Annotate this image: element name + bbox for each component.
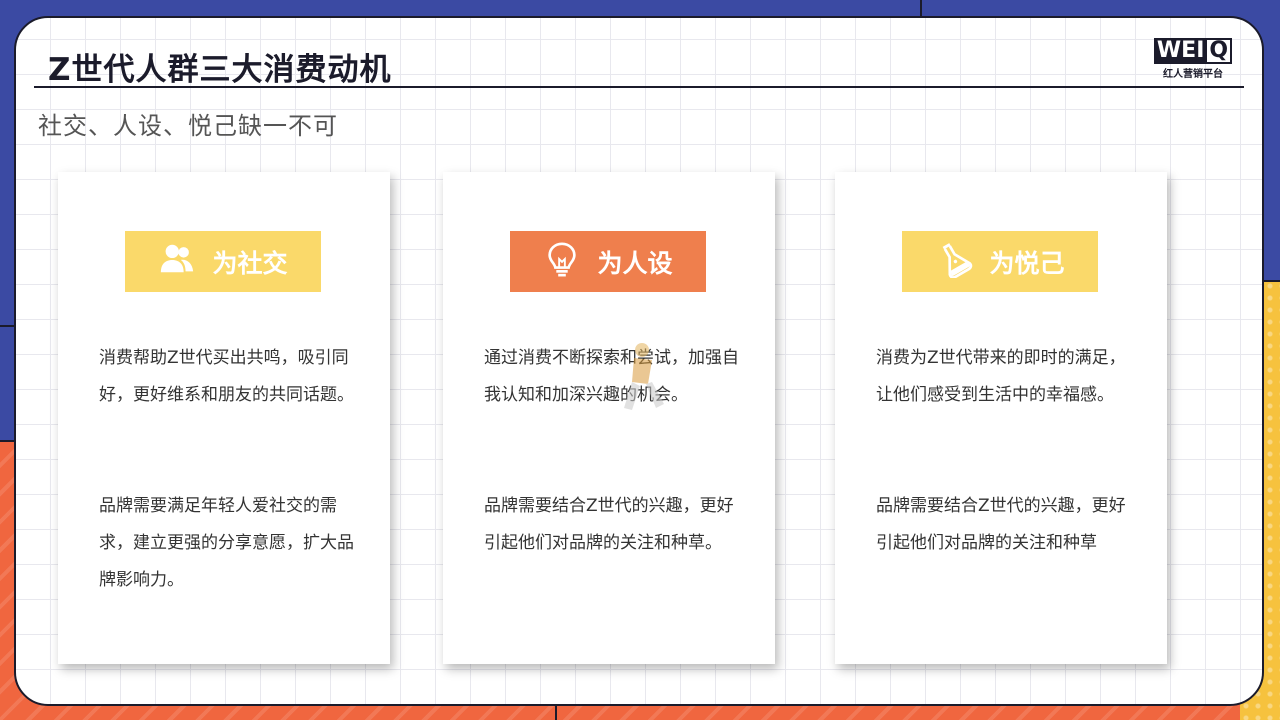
card-text-secondary: 品牌需要结合Z世代的兴趣，更好引起他们对品牌的关注和种草。: [484, 496, 734, 553]
page-subtitle: 社交、人设、悦己缺一不可: [38, 112, 338, 140]
background-divider: [555, 704, 557, 720]
card-social: 为社交 消费帮助Z世代买出共鸣，吸引同好，更好维系和朋友的共同话题。 品牌需要满…: [58, 172, 390, 664]
page-title: Z世代人群三大消费动机: [48, 52, 392, 88]
card-text-secondary: 品牌需要结合Z世代的兴趣，更好引起他们对品牌的关注和种草: [876, 496, 1126, 553]
card-text-primary: 消费帮助Z世代买出共鸣，吸引同好，更好维系和朋友的共同话题。: [99, 348, 354, 405]
logo-mark: WEI Q: [1153, 38, 1233, 64]
watermark-figure: [612, 338, 672, 418]
weiq-logo: WEI Q 红人营销平台: [1153, 38, 1233, 80]
lightbulb-icon: [543, 240, 581, 284]
background-divider: [1264, 280, 1280, 282]
badge-social: 为社交: [125, 231, 321, 292]
card-text-primary: 消费为Z世代带来的即时的满足，让他们感受到生活中的幸福感。: [876, 348, 1126, 405]
badge-label: 为社交: [212, 248, 288, 278]
badge-persona: 为人设: [510, 231, 706, 292]
badge-self-pleasure: 为悦己: [902, 231, 1098, 292]
card-persona: 为人设 通过消费不断探索和尝试，加强自我认知和加深兴趣的机会。 品牌需要结合Z世…: [443, 172, 775, 664]
flask-icon: [935, 240, 973, 284]
card-text-secondary: 品牌需要满足年轻人爱社交的需求，建立更强的分享意愿，扩大品牌影响力。: [99, 496, 354, 590]
title-underline: [34, 86, 1244, 88]
card-self-pleasure: 为悦己 消费为Z世代带来的即时的满足，让他们感受到生活中的幸福感。 品牌需要结合…: [835, 172, 1167, 664]
logo-subtitle: 红人营销平台: [1163, 69, 1223, 80]
badge-label: 为悦己: [989, 248, 1065, 278]
people-icon: [158, 240, 196, 284]
logo-mark-q: Q: [1207, 38, 1233, 64]
slide-frame: Z世代人群三大消费动机 社交、人设、悦己缺一不可 WEI Q 红人营销平台 为社交…: [14, 16, 1264, 706]
badge-label: 为人设: [597, 248, 673, 278]
logo-mark-box: WEI: [1153, 38, 1208, 64]
